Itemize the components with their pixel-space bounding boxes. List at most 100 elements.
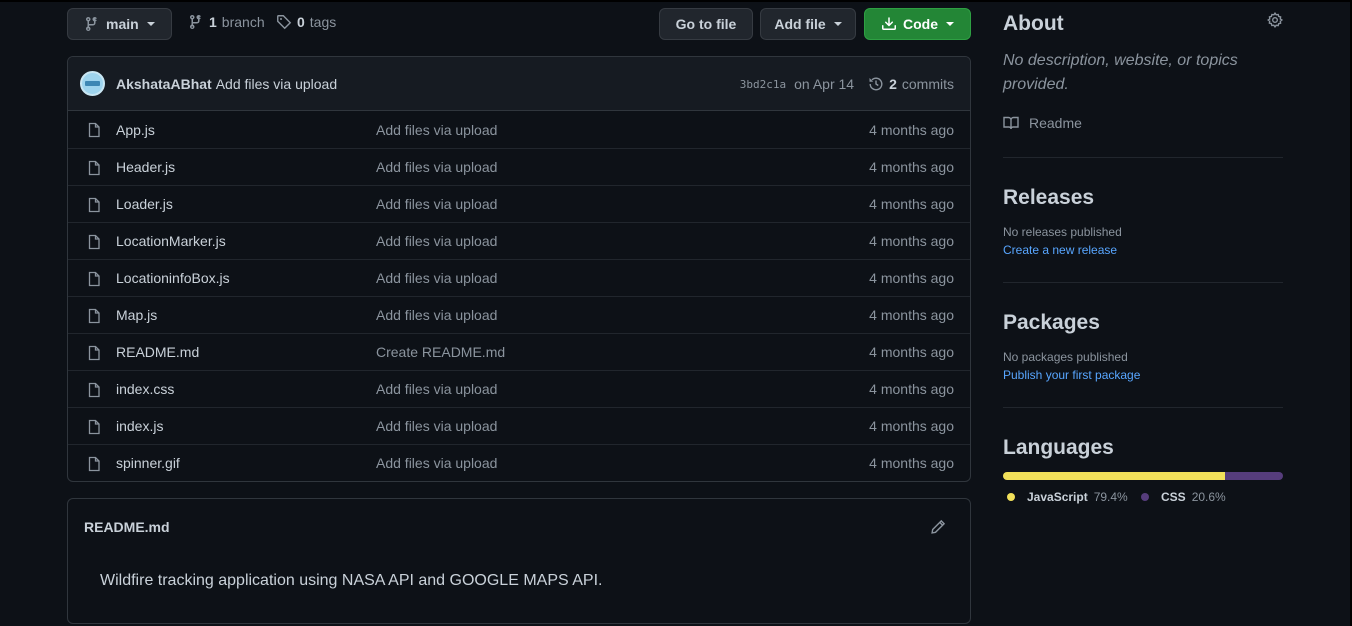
file-name-link[interactable]: Map.js: [116, 307, 157, 323]
tags-label: tags: [309, 14, 337, 30]
language-name: CSS: [1161, 490, 1186, 504]
file-commit-message[interactable]: Add files via upload: [376, 381, 497, 397]
table-row[interactable]: Header.js Add files via upload 4 months ag…: [68, 148, 970, 185]
file-commit-age: 4 months ago: [869, 307, 954, 323]
file-icon: [86, 419, 102, 438]
table-row[interactable]: LocationMarker.js Add files via upload 4 m…: [68, 222, 970, 259]
packages-heading[interactable]: Packages: [1003, 311, 1283, 335]
languages-heading: Languages: [1003, 436, 1114, 459]
book-icon: [1003, 116, 1019, 130]
commits-link[interactable]: 2 commits: [868, 76, 954, 92]
file-name-link[interactable]: LocationMarker.js: [116, 233, 226, 249]
language-bar-css[interactable]: [1225, 472, 1283, 480]
table-row[interactable]: README.md Create README.md 4 months ago: [68, 333, 970, 370]
file-commit-message[interactable]: Add files via upload: [376, 455, 497, 471]
about-heading: About: [1003, 12, 1064, 35]
file-name-link[interactable]: Loader.js: [116, 196, 173, 212]
file-name-link[interactable]: index.js: [116, 418, 163, 434]
readme-link[interactable]: Readme: [1003, 115, 1283, 131]
file-icon: [86, 382, 102, 401]
history-icon: [869, 77, 883, 91]
table-row[interactable]: Loader.js Add files via upload 4 months ag…: [68, 185, 970, 222]
file-commit-age: 4 months ago: [869, 233, 954, 249]
branches-link[interactable]: 1 branch: [188, 14, 265, 30]
table-row[interactable]: spinner.gif Add files via upload 4 months …: [68, 444, 970, 481]
file-name-link[interactable]: App.js: [116, 122, 155, 138]
commits-count: 2: [889, 76, 897, 92]
go-to-file-button[interactable]: Go to file: [659, 8, 753, 40]
packages-text: No packages published: [1003, 350, 1128, 364]
table-row[interactable]: index.css Add files via upload 4 months ag…: [68, 370, 970, 407]
latest-commit-bar: AkshataABhat Add files via upload 3bd2c1…: [68, 57, 970, 111]
commit-message[interactable]: Add files via upload: [216, 76, 337, 92]
add-file-button[interactable]: Add file: [760, 8, 856, 40]
file-name-link[interactable]: LocationinfoBox.js: [116, 270, 230, 286]
download-icon: [882, 17, 896, 30]
file-browser: AkshataABhat Add files via upload 3bd2c1…: [67, 56, 971, 482]
divider: [1003, 282, 1283, 283]
language-name: JavaScript: [1027, 490, 1088, 504]
table-row[interactable]: LocationinfoBox.js Add files via upload 4 …: [68, 259, 970, 296]
create-release-link[interactable]: Create a new release: [1003, 243, 1283, 257]
code-label: Code: [903, 16, 938, 32]
commits-label: commits: [901, 76, 954, 92]
avatar[interactable]: [80, 71, 105, 96]
file-commit-age: 4 months ago: [869, 121, 954, 138]
tags-link[interactable]: 0 tags: [276, 14, 336, 30]
file-icon: [86, 456, 102, 475]
about-description: No description, website, or topics provi…: [1003, 52, 1238, 93]
file-commit-message[interactable]: Add files via upload: [376, 196, 497, 212]
file-icon: [86, 234, 102, 253]
chevron-down-icon: [146, 22, 155, 26]
tags-count: 0: [297, 14, 305, 30]
divider: [1003, 407, 1283, 408]
file-commit-age: 4 months ago: [869, 381, 954, 397]
releases-heading[interactable]: Releases: [1003, 186, 1283, 210]
commit-date[interactable]: on Apr 14: [794, 76, 854, 92]
file-commit-age: 4 months ago: [869, 418, 954, 434]
language-css[interactable]: CSS 20.6%: [1141, 490, 1226, 504]
add-file-label: Add file: [774, 16, 826, 32]
file-name-link[interactable]: Header.js: [116, 159, 175, 175]
language-javascript[interactable]: JavaScript 79.4%: [1007, 490, 1128, 504]
table-row[interactable]: App.js Add files via upload 4 months ago: [68, 111, 970, 148]
file-icon: [86, 160, 102, 179]
table-row[interactable]: index.js Add files via upload 4 months ago: [68, 407, 970, 444]
readme-content: Wildfire tracking application using NASA…: [100, 572, 603, 589]
commit-author[interactable]: AkshataABhat: [116, 76, 212, 92]
readme-title[interactable]: README.md: [84, 519, 170, 535]
chevron-down-icon: [833, 22, 842, 26]
file-commit-age: 4 months ago: [869, 344, 954, 360]
publish-package-link[interactable]: Publish your first package: [1003, 368, 1283, 382]
file-commit-message[interactable]: Add files via upload: [376, 233, 497, 249]
file-commit-age: 4 months ago: [869, 455, 954, 471]
tag-icon: [277, 15, 292, 30]
gear-icon[interactable]: [1267, 12, 1283, 28]
file-commit-message[interactable]: Create README.md: [376, 344, 505, 360]
file-icon: [86, 197, 102, 216]
branches-count: 1: [209, 14, 217, 30]
file-name-link[interactable]: index.css: [116, 381, 174, 397]
file-commit-message[interactable]: Add files via upload: [376, 122, 497, 138]
pencil-icon[interactable]: [930, 519, 946, 535]
language-dot: [1007, 493, 1015, 501]
code-button[interactable]: Code: [864, 8, 971, 40]
file-commit-age: 4 months ago: [869, 159, 954, 175]
file-name-link[interactable]: spinner.gif: [116, 455, 180, 471]
commit-sha[interactable]: 3bd2c1a: [740, 78, 786, 91]
file-commit-age: 4 months ago: [869, 196, 954, 212]
file-name-link[interactable]: README.md: [116, 344, 199, 360]
language-percent: 20.6%: [1191, 490, 1226, 504]
file-commit-message[interactable]: Add files via upload: [376, 418, 497, 434]
file-commit-message[interactable]: Add files via upload: [376, 270, 497, 286]
git-branch-icon: [85, 17, 97, 32]
language-bar-javascript[interactable]: [1003, 472, 1226, 480]
file-icon: [86, 345, 102, 364]
table-row[interactable]: Map.js Add files via upload 4 months ago: [68, 296, 970, 333]
file-commit-message[interactable]: Add files via upload: [376, 307, 497, 323]
readme-link-label: Readme: [1029, 115, 1082, 131]
releases-text: No releases published: [1003, 225, 1122, 239]
file-icon: [86, 271, 102, 290]
file-commit-message[interactable]: Add files via upload: [376, 159, 497, 175]
branch-select-button[interactable]: main: [67, 8, 172, 40]
